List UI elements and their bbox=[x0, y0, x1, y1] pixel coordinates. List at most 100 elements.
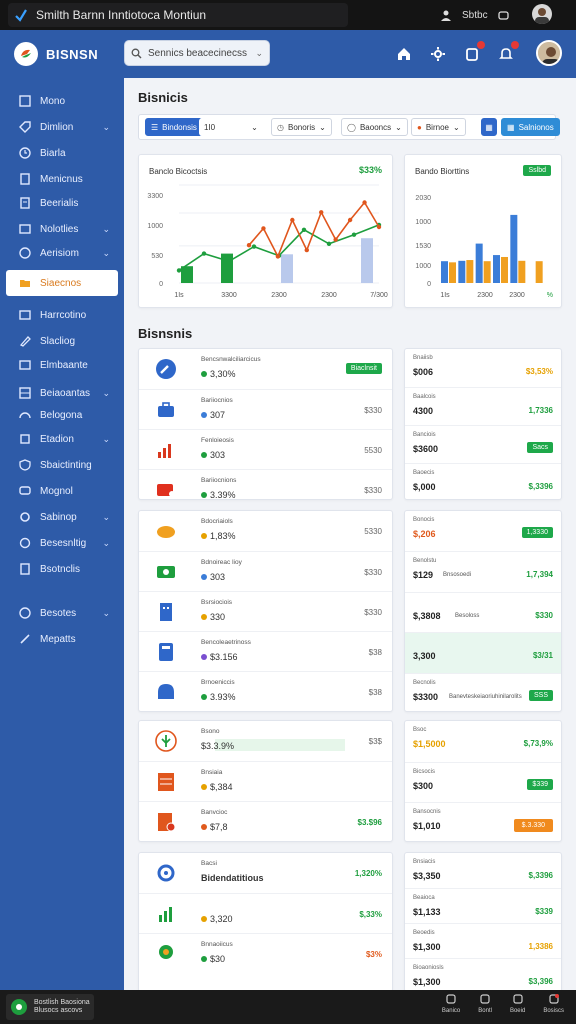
settings-icon[interactable] bbox=[428, 44, 448, 64]
summary-row[interactable]: Becnolis $3300 Banevteskeiaoriuhinilarolit… bbox=[405, 672, 561, 713]
sidebar-item-label: Nolotlies bbox=[40, 223, 79, 235]
main-content: Bisnicis ☰ Bindonsis 1I0 ⌄ ◷ Bonoris ⌄ ◯… bbox=[124, 78, 576, 990]
summary-row[interactable]: Benolstu $129 Bnsosoedi 1,7,394 bbox=[405, 551, 561, 591]
sidebar-item-1[interactable]: Dimlion ⌄ bbox=[6, 114, 118, 140]
sidebar-item-3[interactable]: Menicnus bbox=[6, 166, 118, 192]
summary-row[interactable]: Baalcois 4300 1,7336 bbox=[405, 387, 561, 425]
summary-row[interactable]: Bnsiacis $3,350 $,3396 bbox=[405, 853, 561, 888]
list-row[interactable]: Bsono $3.3.9% $3$ bbox=[139, 721, 392, 761]
list-row[interactable]: Bdnoireac lioy 303 $330 bbox=[139, 551, 392, 591]
sidebar-item-4[interactable]: Beerialis bbox=[6, 190, 118, 216]
sidebar-item-6[interactable]: Aerisiom ⌄ bbox=[6, 240, 118, 266]
sidebar-item-17[interactable]: Besesnltig ⌄ bbox=[6, 530, 118, 556]
sidebar-item-16[interactable]: Sabinop ⌄ bbox=[6, 504, 118, 530]
list-row[interactable]: Fenloieosis 303 5530 bbox=[139, 429, 392, 469]
window-title-bar[interactable]: Smilth Barnn Inntiotoca Montiun bbox=[8, 3, 348, 27]
summary-row[interactable]: Banciois $3600 Sacs bbox=[405, 425, 561, 463]
summary-row[interactable]: Baoecis $,000 $,3396 bbox=[405, 463, 561, 501]
summary-badge: $.3.330 bbox=[513, 819, 553, 833]
summary-right-value: $,3396 bbox=[528, 482, 553, 491]
filter-select-4[interactable]: ● Birnoe ⌄ bbox=[411, 118, 466, 136]
sidebar-item-15[interactable]: Mognol bbox=[6, 478, 118, 504]
row-right-value: $3% bbox=[365, 950, 382, 959]
sidebar-item-5[interactable]: Nolotlies ⌄ bbox=[6, 216, 118, 242]
brand-logo-icon[interactable] bbox=[14, 42, 38, 66]
titlebar-avatar[interactable] bbox=[532, 4, 552, 24]
user-icon[interactable] bbox=[440, 9, 452, 21]
summary-sub: Besoloss bbox=[455, 612, 480, 619]
summary-row[interactable]: Bsoc $1,5000 $,73,9% bbox=[405, 721, 561, 762]
tray-item-2[interactable]: Boeid bbox=[510, 994, 525, 1014]
search-input[interactable]: Sennics beacecinecss ⌄ bbox=[124, 40, 270, 66]
list-row[interactable]: Bsrsiociois 330 $330 bbox=[139, 591, 392, 631]
table-icon bbox=[18, 386, 32, 400]
home-icon[interactable] bbox=[394, 44, 414, 64]
tray-item-0[interactable]: Banico bbox=[442, 994, 460, 1014]
question-icon bbox=[18, 606, 32, 620]
summary-row[interactable]: Beoedis $1,300 1,3386 bbox=[405, 923, 561, 958]
period-select[interactable]: 1I0 ⌄ bbox=[199, 118, 263, 136]
filter-select-2[interactable]: ◷ Bonoris ⌄ bbox=[271, 118, 332, 136]
list-row[interactable]: Bdocriaiols 1,83% 5330 bbox=[139, 511, 392, 551]
list-row[interactable]: Banvcioc $7,8 $3.$96 bbox=[139, 801, 392, 841]
list-row[interactable]: 3,320 $,33% bbox=[139, 893, 392, 933]
list-row[interactable]: Bencsnwalciliarcicus 3,30% Biaclnsit bbox=[139, 349, 392, 389]
sidebar-item-7[interactable]: Siaecnos bbox=[6, 270, 118, 296]
summary-right-value: $3/31 bbox=[532, 651, 553, 661]
sidebar-item-14[interactable]: Sbaictinting bbox=[6, 452, 118, 478]
filter-primary-button[interactable]: ☰ Bindonsis bbox=[145, 118, 203, 136]
sidebar-item-19[interactable]: Besotes ⌄ bbox=[6, 600, 118, 626]
summary-row[interactable]: Beaioca $1,133 $339 bbox=[405, 888, 561, 923]
list-row[interactable]: Bariiocnions 3.39% $330 bbox=[139, 469, 392, 509]
sidebar-item-10[interactable]: Elmbaante bbox=[6, 352, 118, 378]
list-row[interactable]: Bacsi Bidendatitious 1,320% bbox=[139, 853, 392, 893]
summary-value: $1,5000 bbox=[413, 739, 446, 749]
summary-row[interactable]: Bansocnis $1,010 $.3.330 bbox=[405, 802, 561, 843]
series-point bbox=[304, 247, 309, 253]
sidebar-item-2[interactable]: Biarla bbox=[6, 140, 118, 166]
notifications-icon[interactable] bbox=[462, 41, 485, 64]
chevron-down-icon: ⌄ bbox=[102, 537, 110, 548]
main-chart: 3300 1000 530 0 1Is 3300 2300 2300 7/300 bbox=[147, 184, 388, 299]
row-label: Bdnoireac lioy bbox=[201, 559, 242, 566]
status-dot-icon bbox=[201, 533, 207, 539]
summary-row[interactable]: Bioaoniosls $1,300 $3,396 bbox=[405, 958, 561, 990]
summary-row[interactable]: Bnaiisb $006 $3,53% bbox=[405, 349, 561, 387]
window-icon[interactable] bbox=[497, 10, 509, 21]
grid-view-button[interactable]: ▦ bbox=[481, 118, 497, 136]
search-icon bbox=[131, 48, 142, 58]
action-button[interactable]: ▦ Salnionos bbox=[501, 118, 560, 136]
user-avatar[interactable] bbox=[536, 40, 562, 66]
summary-row[interactable]: Bicsocis $300 $339 bbox=[405, 761, 561, 803]
list-row[interactable]: Brnoeniccis 3.93% $38 bbox=[139, 671, 392, 711]
list-row[interactable]: Bencoleaetrinoss $3.156 $38 bbox=[139, 631, 392, 671]
bell-icon[interactable] bbox=[496, 41, 519, 64]
filter-select-3[interactable]: ◯ Baooncs ⌄ bbox=[341, 118, 408, 136]
summary-badge: SSS bbox=[528, 689, 553, 701]
list-row[interactable]: Bariiocnios 307 $330 bbox=[139, 389, 392, 429]
sidebar-item-18[interactable]: Bsotnclis bbox=[6, 556, 118, 582]
sidebar-item-8[interactable]: Harrcotino bbox=[6, 302, 118, 328]
tray-item-3[interactable]: Bosiscs bbox=[543, 994, 564, 1014]
summary-row[interactable]: Bonocis $,206 1,3330 bbox=[405, 511, 561, 551]
sidebar-item-9[interactable]: Slacliog bbox=[6, 328, 118, 354]
list-row[interactable]: Bnnaoiicus $30 $3% bbox=[139, 933, 392, 973]
sidebar-item-12[interactable]: Belogona bbox=[6, 402, 118, 428]
y-tick-label: 1530 bbox=[415, 243, 431, 250]
sidebar-item-20[interactable]: Mepatts bbox=[6, 626, 118, 652]
summary-value: $1,133 bbox=[413, 907, 441, 917]
list-row[interactable]: Bnsiaia $,384 bbox=[139, 761, 392, 801]
chevron-down-icon: ⌄ bbox=[102, 247, 110, 258]
tray-item-1[interactable]: Bontl bbox=[478, 994, 492, 1014]
sidebar-item-0[interactable]: Mono bbox=[6, 88, 118, 114]
sidebar-item-label: Etadion bbox=[40, 433, 74, 445]
sidebar-item-13[interactable]: Etadion ⌄ bbox=[6, 426, 118, 452]
camera-icon bbox=[480, 994, 490, 1006]
taskbar-app[interactable]: Bostlish Baosiona Blusocs ascovs bbox=[6, 994, 94, 1020]
chevron-down-icon: ⌄ bbox=[255, 47, 263, 58]
summary-row[interactable]: 3,300 $3/31 bbox=[405, 632, 561, 673]
summary-row[interactable]: $,3808 Besoloss $330 bbox=[405, 591, 561, 632]
summary-value: 4300 bbox=[413, 406, 434, 416]
row-value: $,384 bbox=[201, 782, 233, 792]
row-value: Bidendatitious bbox=[201, 873, 264, 883]
